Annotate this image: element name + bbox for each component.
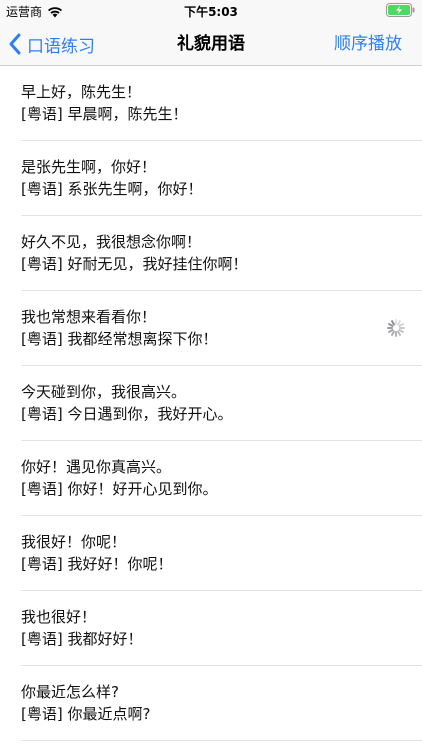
phrase-row[interactable]: 是张先生啊，你好！ [粤语] 系张先生啊，你好！ bbox=[0, 141, 422, 216]
phrase-row[interactable]: 你最近怎么样? [粤语] 你最近点啊? bbox=[0, 666, 422, 741]
cantonese-text: [粤语] 我都好好！ bbox=[21, 630, 143, 648]
mandarin-text: 你好！遇见你真高兴。 bbox=[21, 458, 172, 476]
cantonese-text: [粤语] 好耐无见，我好挂住你啊！ bbox=[21, 255, 248, 273]
mandarin-text: 今天碰到你，我很高兴。 bbox=[21, 383, 187, 401]
phrase-row[interactable]: 我也常想来看看你！ [粤语] 我都经常想离探下你！ bbox=[0, 291, 422, 366]
cantonese-text: [粤语] 我都经常想离探下你！ bbox=[21, 330, 218, 348]
mandarin-text: 是张先生啊，你好！ bbox=[21, 158, 157, 176]
cantonese-text: [粤语] 你最近点啊? bbox=[21, 705, 151, 723]
screen: 运营商 下午5:03 口语练习 礼貌用语 顺序播放 早上好，陈先生！ [粤语] … bbox=[0, 0, 422, 750]
phrase-row[interactable]: 早上好，陈先生！ [粤语] 早晨啊，陈先生！ bbox=[0, 66, 422, 141]
mandarin-text: 我也很好！ bbox=[21, 608, 97, 626]
status-bar: 运营商 下午5:03 bbox=[0, 0, 422, 22]
sequential-play-button[interactable]: 顺序播放 bbox=[334, 22, 402, 66]
phrase-row[interactable]: 你好！遇见你真高兴。 [粤语] 你好！好开心见到你。 bbox=[0, 441, 422, 516]
mandarin-text: 我也常想来看看你！ bbox=[21, 308, 157, 326]
phrase-row[interactable]: 我很好！你呢！ [粤语] 我好好！你呢！ bbox=[0, 516, 422, 591]
phrase-row[interactable]: 我也很好！ [粤语] 我都好好！ bbox=[0, 591, 422, 666]
navigation-bar: 口语练习 礼貌用语 顺序播放 bbox=[0, 22, 422, 66]
mandarin-text: 我很好！你呢！ bbox=[21, 533, 127, 551]
cantonese-text: [粤语] 我好好！你呢！ bbox=[21, 555, 173, 573]
cantonese-text: [粤语] 你好！好开心见到你。 bbox=[21, 480, 218, 498]
mandarin-text: 你最近怎么样? bbox=[21, 683, 119, 701]
battery-charging-icon bbox=[386, 3, 415, 17]
phrase-list: 早上好，陈先生！ [粤语] 早晨啊，陈先生！ 是张先生啊，你好！ [粤语] 系张先生啊… bbox=[0, 66, 422, 741]
mandarin-text: 好久不见，我很想念你啊！ bbox=[21, 233, 202, 251]
cantonese-text: [粤语] 今日遇到你，我好开心。 bbox=[21, 405, 233, 423]
status-time: 下午5:03 bbox=[184, 5, 238, 19]
cantonese-text: [粤语] 早晨啊，陈先生！ bbox=[21, 105, 188, 123]
phrase-row[interactable]: 好久不见，我很想念你啊！ [粤语] 好耐无见，我好挂住你啊！ bbox=[0, 216, 422, 291]
loading-spinner-icon bbox=[387, 319, 405, 337]
phrase-row[interactable]: 今天碰到你，我很高兴。 [粤语] 今日遇到你，我好开心。 bbox=[0, 366, 422, 441]
mandarin-text: 早上好，陈先生！ bbox=[21, 83, 142, 101]
cantonese-text: [粤语] 系张先生啊，你好！ bbox=[21, 180, 203, 198]
status-right bbox=[386, 3, 416, 17]
